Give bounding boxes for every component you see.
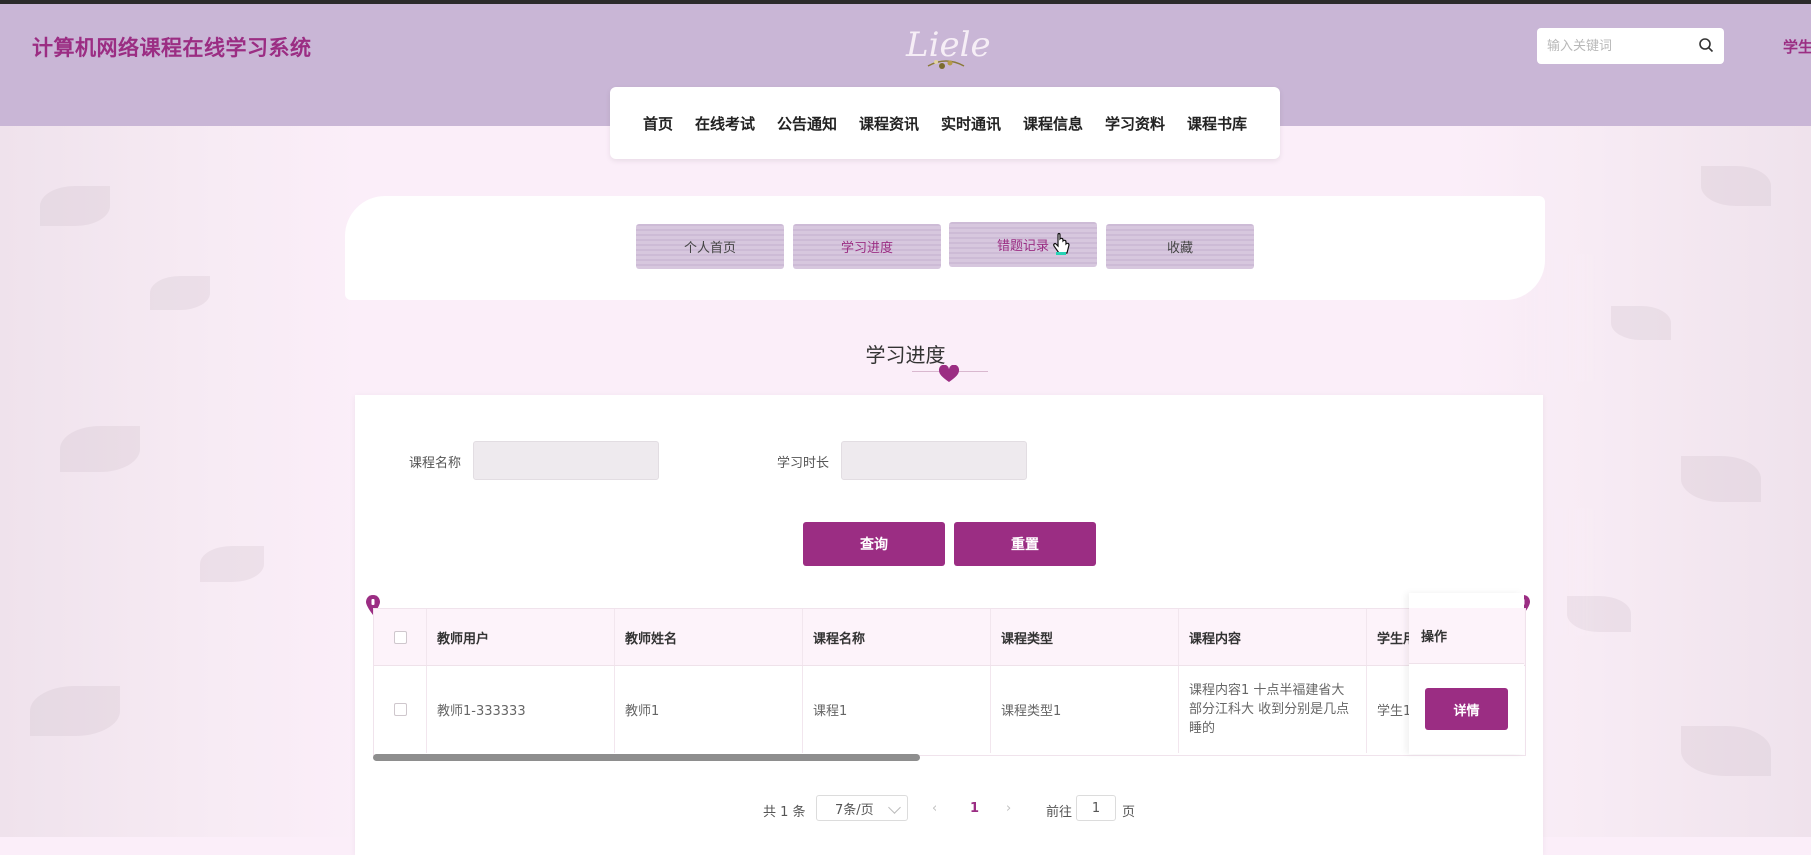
chevron-down-icon — [888, 801, 901, 814]
table-header: 教师用户 教师姓名 课程名称 课程类型 课程内容 学生用户 — [374, 609, 1525, 666]
logo-icon: Liele — [905, 25, 991, 69]
site-title[interactable]: 计算机网络课程在线学习系统 — [32, 32, 312, 62]
col-teacher-user[interactable]: 教师用户 — [427, 609, 615, 665]
page-size-select[interactable]: 7条/页 — [816, 795, 908, 821]
search-icon[interactable] — [1698, 37, 1714, 53]
user-center-tabbar — [345, 196, 1545, 300]
select-all-cell — [374, 609, 427, 665]
course-name-input[interactable] — [473, 441, 659, 480]
cell-teacher-name: 教师1 — [615, 666, 803, 753]
tab-favorites[interactable]: 收藏 — [1106, 224, 1254, 269]
col-teacher-name[interactable]: 教师姓名 — [615, 609, 803, 665]
next-page-icon[interactable]: › — [1006, 801, 1011, 816]
col-action: 操作 — [1409, 608, 1524, 664]
cell-teacher-user: 教师1-333333 — [427, 666, 615, 753]
search-box[interactable] — [1537, 28, 1724, 64]
study-time-label: 学习时长 — [777, 456, 830, 471]
nav-item-online-exam[interactable]: 在线考试 — [684, 113, 766, 134]
detail-button[interactable]: 详情 — [1425, 688, 1508, 730]
user-menu-link[interactable]: 学生 — [1783, 36, 1811, 57]
nav-item-home[interactable]: 首页 — [632, 113, 684, 134]
row-select-cell — [374, 666, 427, 753]
course-name-label: 课程名称 — [409, 456, 462, 471]
nav-item-library[interactable]: 课程书库 — [1176, 113, 1258, 134]
nav-item-notice[interactable]: 公告通知 — [766, 113, 848, 134]
progress-table: 教师用户 教师姓名 课程名称 课程类型 课程内容 学生用户 教师1-333333… — [373, 608, 1526, 756]
col-course-type[interactable]: 课程类型 — [991, 609, 1179, 665]
heart-icon — [938, 365, 960, 382]
floral-background-left — [0, 126, 360, 837]
goto-page-input[interactable] — [1076, 795, 1116, 821]
nav-item-materials[interactable]: 学习资料 — [1094, 113, 1176, 134]
col-course-name[interactable]: 课程名称 — [803, 609, 991, 665]
study-time-input[interactable] — [841, 441, 1027, 480]
page-number-current[interactable]: 1 — [970, 801, 979, 816]
cell-course-content: 课程内容1 十点半福建省大部分江科大 收到分别是几点睡的 — [1179, 666, 1367, 753]
goto-suffix: 页 — [1122, 805, 1136, 820]
nav-item-course-news[interactable]: 课程资讯 — [848, 113, 930, 134]
cell-course-name: 课程1 — [803, 666, 991, 753]
page-title: 学习进度 — [865, 343, 946, 367]
nav-item-course-info[interactable]: 课程信息 — [1012, 113, 1094, 134]
svg-text:Liele: Liele — [905, 25, 991, 65]
main-nav: 首页 在线考试 公告通知 课程资讯 实时通讯 课程信息 学习资料 课程书库 — [610, 87, 1280, 159]
goto-prefix: 前往 — [1046, 805, 1073, 820]
logo: Liele — [898, 16, 994, 78]
query-button[interactable]: 查询 — [803, 522, 945, 566]
tab-wrong-questions[interactable]: 错题记录 — [949, 222, 1097, 267]
tab-study-progress[interactable]: 学习进度 — [793, 224, 941, 269]
prev-page-icon[interactable]: ‹ — [932, 801, 937, 816]
hand-cursor-icon — [1053, 232, 1070, 255]
scrollbar-thumb[interactable] — [373, 754, 920, 761]
cell-course-type: 课程类型1 — [991, 666, 1179, 753]
col-course-content[interactable]: 课程内容 — [1179, 609, 1367, 665]
table-row: 教师1-333333 教师1 课程1 课程类型1 课程内容1 十点半福建省大部分… — [374, 666, 1525, 753]
table-horizontal-scrollbar[interactable] — [373, 754, 1524, 761]
search-input[interactable] — [1537, 28, 1689, 64]
tab-profile[interactable]: 个人首页 — [636, 224, 784, 269]
row-checkbox[interactable] — [393, 703, 407, 716]
page-size-value: 7条/页 — [835, 802, 874, 818]
nav-item-chat[interactable]: 实时通讯 — [930, 113, 1012, 134]
select-all-checkbox[interactable] — [393, 630, 407, 644]
pagination: 共 1 条 7条/页 ‹ 1 › 前往 页 — [0, 795, 1811, 825]
reset-button[interactable]: 重置 — [954, 522, 1096, 566]
total-count: 共 1 条 — [763, 805, 806, 820]
